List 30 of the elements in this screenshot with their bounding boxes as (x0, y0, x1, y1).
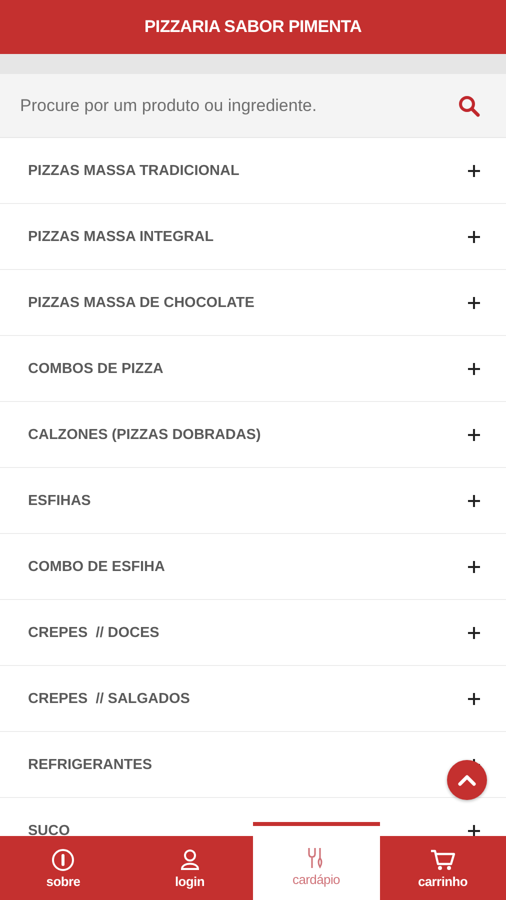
category-item[interactable]: CREPES // DOCES (0, 600, 506, 666)
category-item[interactable]: COMBO DE ESFIHA (0, 534, 506, 600)
search-icon[interactable] (458, 94, 480, 116)
nav-tab[interactable]: login (126, 836, 253, 900)
info-icon (51, 848, 76, 872)
category-item[interactable]: PIZZAS MASSA DE CHOCOLATE (0, 270, 506, 336)
search-field[interactable]: Procure por um produto ou ingrediente. (20, 96, 458, 116)
chevron-up-icon (458, 774, 476, 786)
plus-icon (468, 824, 480, 836)
nav-tab[interactable]: sobre (0, 836, 126, 900)
category-item[interactable]: CREPES // SALGADOS (0, 666, 506, 732)
search-bar[interactable]: Procure por um produto ou ingrediente. (0, 74, 506, 138)
category-item[interactable]: PIZZAS MASSA TRADICIONAL (0, 138, 506, 204)
plus-icon (468, 692, 480, 704)
category-item[interactable]: CALZONES (PIZZAS DOBRADAS) (0, 402, 506, 468)
category-item[interactable]: ESFIHAS (0, 468, 506, 534)
category-item[interactable]: COMBOS DE PIZZA (0, 336, 506, 402)
plus-icon (468, 494, 480, 506)
plus-icon (468, 428, 480, 440)
plus-icon (468, 626, 480, 638)
nav-tab[interactable]: carrinho (380, 836, 506, 900)
plus-icon (468, 296, 480, 308)
scroll-top-button[interactable] (447, 760, 487, 800)
plus-icon (468, 362, 480, 374)
plus-icon (468, 230, 480, 242)
plus-icon (468, 560, 480, 572)
category-item[interactable]: PIZZAS MASSA INTEGRAL (0, 204, 506, 270)
cart-icon (430, 848, 456, 872)
plus-icon (468, 164, 480, 176)
app-title: PIZZARIA SABOR PIMENTA (144, 17, 362, 37)
